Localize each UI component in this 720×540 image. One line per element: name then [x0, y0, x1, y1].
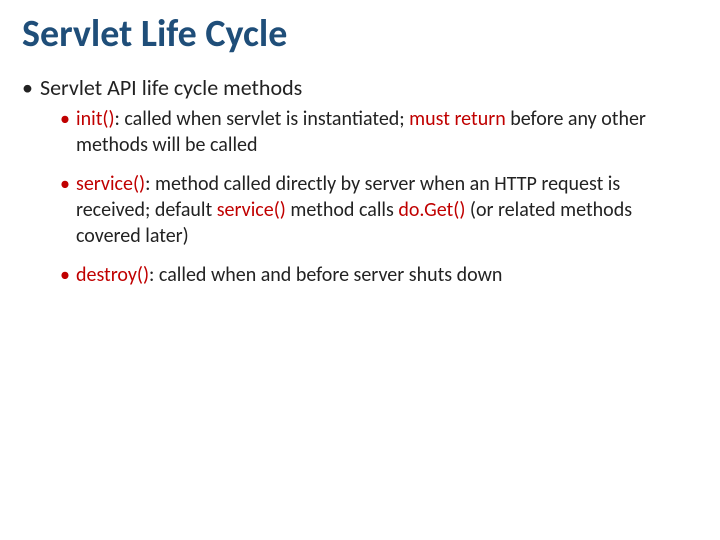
sep: : [149, 263, 159, 287]
sep: : [145, 172, 155, 196]
inline-method: service() [217, 198, 286, 222]
method-name: service() [76, 172, 145, 196]
text: called when and before server shuts down [159, 263, 503, 287]
sep: : [115, 107, 125, 131]
inline-method: do.Get() [398, 198, 465, 222]
sub-bullet-init: init(): called when servlet is instantia… [60, 107, 692, 158]
top-bullet: Servlet API life cycle methods init(): c… [22, 74, 692, 289]
text: method calls [286, 198, 399, 222]
page-title: Servlet Life Cycle [22, 14, 692, 56]
method-name: init() [76, 107, 115, 131]
method-name: destroy() [76, 263, 149, 287]
emphasis: must return [409, 107, 506, 131]
sub-bullet-service: service(): method called directly by ser… [60, 172, 692, 249]
top-list: Servlet API life cycle methods init(): c… [22, 74, 692, 289]
top-bullet-text: Servlet API life cycle methods [40, 74, 302, 101]
slide: Servlet Life Cycle Servlet API life cycl… [0, 0, 720, 540]
sub-list: init(): called when servlet is instantia… [60, 107, 692, 289]
text: called when servlet is instantiated; [124, 107, 409, 131]
sub-bullet-destroy: destroy(): called when and before server… [60, 263, 692, 289]
